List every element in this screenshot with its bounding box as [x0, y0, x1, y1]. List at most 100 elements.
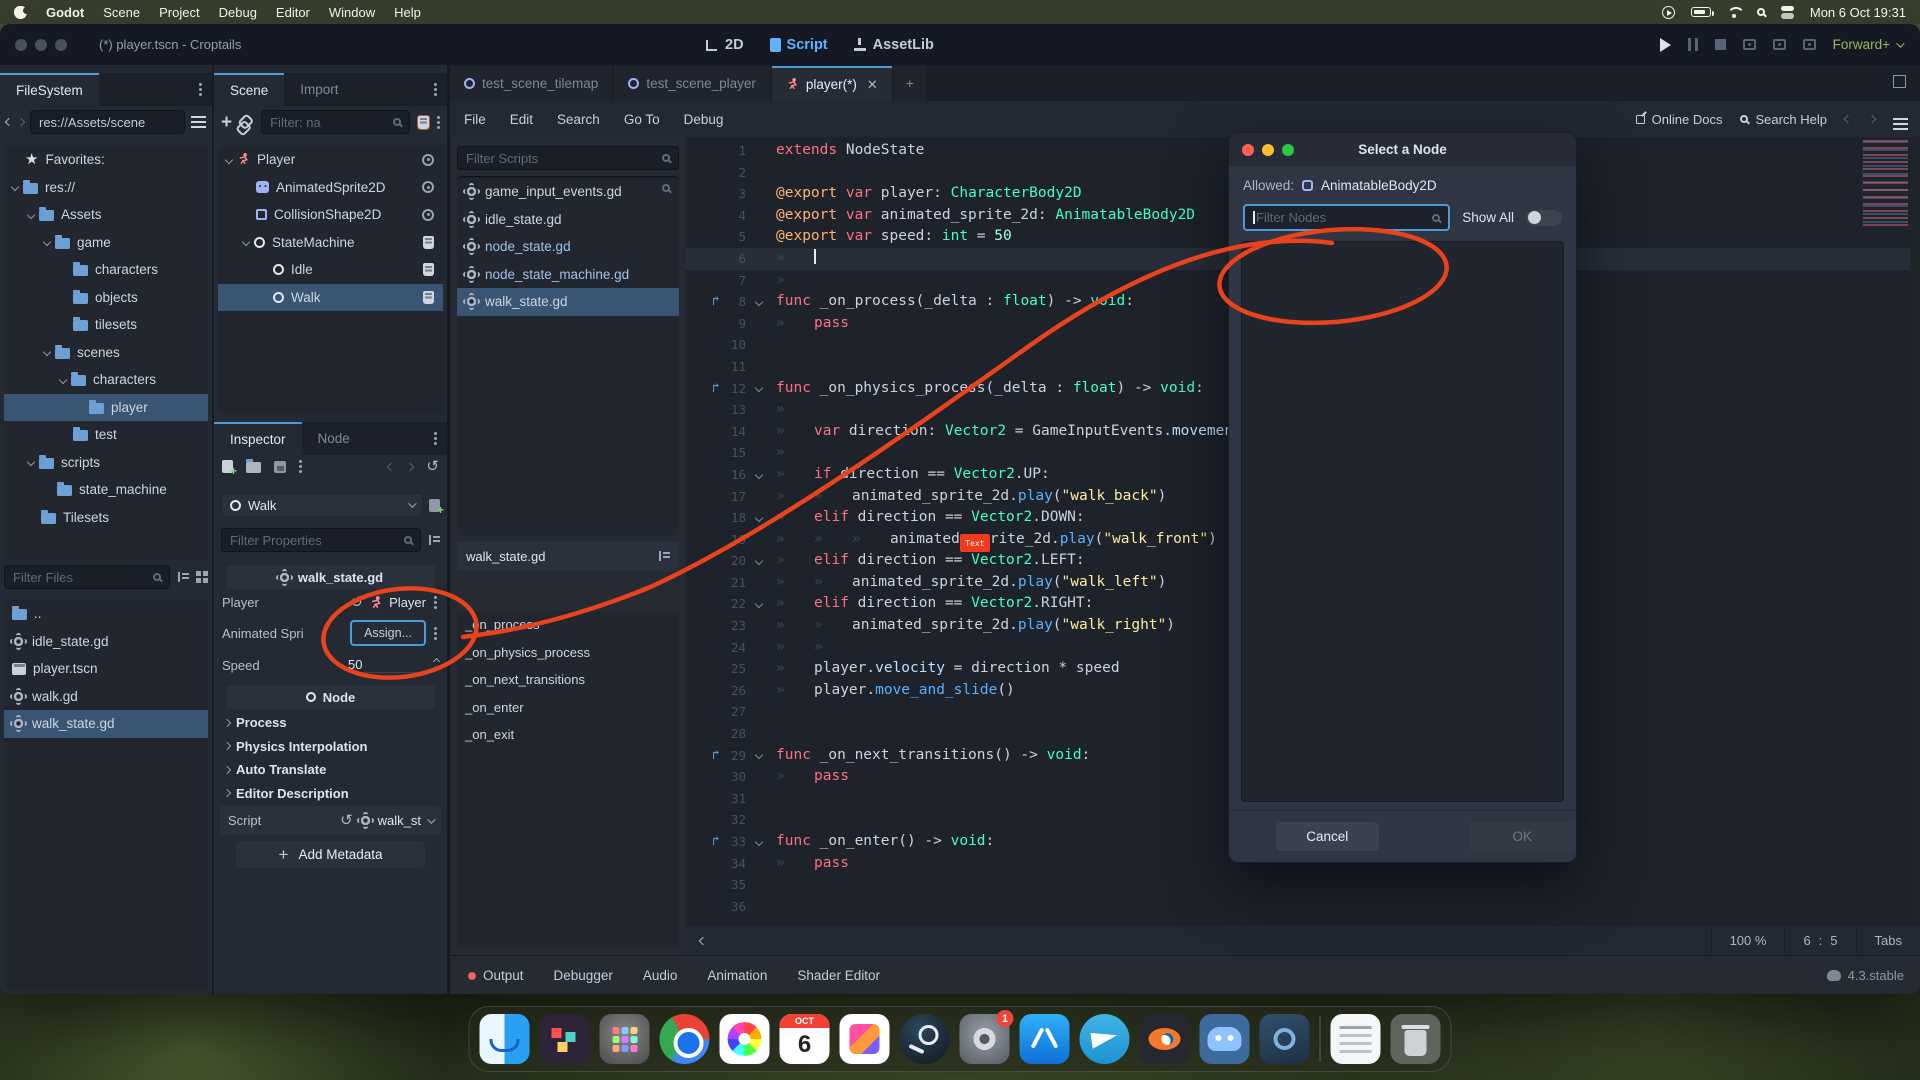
- editor-tab-test-scene-tilemap[interactable]: test_scene_tilemap: [450, 66, 612, 101]
- trash-icon[interactable]: [1391, 1014, 1441, 1064]
- fold-icon[interactable]: [755, 557, 763, 565]
- menubar-item-godot[interactable]: Godot: [46, 5, 84, 20]
- filesystem-tree-item-res-[interactable]: res://: [4, 174, 208, 202]
- attached-script-icon[interactable]: [423, 263, 434, 276]
- filesystem-display-mode-icon[interactable]: [191, 116, 206, 118]
- remote-debug-icon[interactable]: [1743, 39, 1756, 50]
- scene-menu-icon[interactable]: [437, 121, 440, 124]
- ok-button[interactable]: OK: [1469, 822, 1576, 851]
- online-docs-link[interactable]: Online Docs: [1636, 112, 1723, 127]
- filter-scripts-input[interactable]: Filter Scripts: [457, 146, 679, 170]
- attached-script-icon[interactable]: [423, 291, 434, 304]
- expand-icon[interactable]: [59, 376, 67, 384]
- launchpad-icon[interactable]: [600, 1014, 650, 1064]
- finder-icon[interactable]: [480, 1014, 530, 1064]
- filesystem-tree-item-tilesets[interactable]: Tilesets: [4, 504, 208, 532]
- search-help-link[interactable]: Search Help: [1740, 112, 1827, 127]
- scene-filter-input[interactable]: Filter: na: [261, 110, 410, 134]
- method-item-on_enter[interactable]: _on_enter: [457, 694, 679, 722]
- inspector-group-auto-translate[interactable]: Auto Translate: [214, 758, 447, 782]
- property-options-icon[interactable]: [434, 632, 437, 635]
- notes-icon[interactable]: [1331, 1014, 1381, 1064]
- save-resource-icon[interactable]: [274, 461, 286, 473]
- tab-scene[interactable]: Scene: [214, 73, 284, 106]
- editor-menu-go-to[interactable]: Go To: [624, 112, 660, 127]
- renderer-select[interactable]: Forward+: [1833, 37, 1902, 52]
- history-forward-icon[interactable]: [406, 462, 414, 470]
- mode-script[interactable]: Script: [770, 37, 828, 53]
- menubar-item-scene[interactable]: Scene: [103, 5, 140, 20]
- script-item-walk-state-gd[interactable]: walk_state.gd: [457, 288, 679, 316]
- expand-icon[interactable]: [27, 458, 35, 466]
- history-icon[interactable]: ↺: [426, 459, 439, 474]
- indent-mode[interactable]: Tabs: [1856, 926, 1920, 955]
- play-button[interactable]: [1660, 38, 1671, 52]
- code-line-36[interactable]: 36: [686, 896, 1920, 918]
- expand-icon[interactable]: [43, 238, 51, 246]
- visibility-icon[interactable]: [422, 154, 434, 166]
- expand-icon[interactable]: [242, 238, 250, 246]
- node-tree-area[interactable]: [1241, 241, 1564, 802]
- history-back-icon[interactable]: [387, 462, 395, 470]
- filesystem-path[interactable]: res://Assets/scene: [30, 110, 185, 134]
- pause-button[interactable]: [1688, 38, 1698, 51]
- inspector-menu-icon[interactable]: [434, 437, 437, 440]
- scene-dock-menu-icon[interactable]: [434, 88, 437, 91]
- script-list-toggle-icon[interactable]: [1893, 118, 1908, 120]
- visibility-icon[interactable]: [422, 181, 434, 193]
- instance-scene-icon[interactable]: [237, 113, 255, 131]
- tab-filesystem[interactable]: FileSystem: [0, 73, 99, 106]
- mode-2d[interactable]: 2D: [706, 37, 744, 53]
- nav-forward-icon[interactable]: [1868, 115, 1876, 123]
- editor-tab-test-scene-player[interactable]: test_scene_player: [614, 66, 770, 101]
- close-window-button[interactable]: [15, 39, 27, 51]
- grid-view-icon[interactable]: [196, 571, 208, 583]
- minimize-window-button[interactable]: [35, 39, 47, 51]
- property-tools-icon[interactable]: [428, 534, 440, 546]
- filter-files-input[interactable]: Filter Files: [4, 565, 170, 589]
- filesystem-tree-item-characters[interactable]: characters: [4, 256, 208, 284]
- inspector-group-process[interactable]: Process: [214, 711, 447, 735]
- tab-node[interactable]: Node: [302, 422, 366, 455]
- fold-icon[interactable]: [755, 470, 763, 478]
- fold-icon[interactable]: [755, 514, 763, 522]
- file-item-player-tscn[interactable]: player.tscn: [4, 655, 208, 683]
- nav-forward-icon[interactable]: [17, 118, 25, 126]
- fold-icon[interactable]: [755, 384, 763, 392]
- fold-icon[interactable]: [755, 838, 763, 846]
- tab-import[interactable]: Import: [284, 73, 354, 106]
- visibility-icon[interactable]: [422, 209, 434, 221]
- bottom-tab-debugger[interactable]: Debugger: [554, 968, 613, 983]
- new-resource-icon[interactable]: [222, 460, 233, 473]
- fold-icon[interactable]: [755, 298, 763, 306]
- distraction-free-icon[interactable]: [1893, 75, 1906, 88]
- attach-script-icon[interactable]: [418, 116, 429, 129]
- editor-menu-edit[interactable]: Edit: [510, 112, 533, 127]
- code-line-35[interactable]: 35: [686, 874, 1920, 896]
- menubar-item-project[interactable]: Project: [159, 5, 199, 20]
- appstore-icon[interactable]: [1020, 1014, 1070, 1064]
- speed-value-field[interactable]: 50: [348, 657, 428, 673]
- scene-node-idle[interactable]: Idle: [218, 256, 443, 284]
- editor-menu-file[interactable]: File: [464, 112, 486, 127]
- script-property-value[interactable]: walk_st: [378, 813, 421, 828]
- screen-record-icon[interactable]: [1662, 6, 1675, 19]
- bottom-tab-animation[interactable]: Animation: [707, 968, 767, 983]
- sort-files-icon[interactable]: [177, 571, 189, 583]
- menubar-item-help[interactable]: Help: [394, 5, 421, 20]
- editor-menu-search[interactable]: Search: [557, 112, 600, 127]
- close-icon[interactable]: ✕: [867, 77, 878, 93]
- node-selector[interactable]: Walk: [221, 493, 423, 517]
- open-docs-icon[interactable]: [429, 499, 440, 512]
- script-item-game-input-events-gd[interactable]: game_input_events.gd: [457, 178, 679, 206]
- movie-maker-icon[interactable]: [1773, 39, 1786, 50]
- settings-icon[interactable]: 1: [960, 1014, 1010, 1064]
- sort-methods-icon[interactable]: [658, 550, 670, 562]
- zoom-window-button[interactable]: [55, 39, 67, 51]
- load-resource-icon[interactable]: [246, 462, 261, 473]
- steam-icon[interactable]: [900, 1014, 950, 1064]
- menubar-clock[interactable]: Mon 6 Oct 19:31: [1810, 5, 1906, 20]
- filter-nodes-input[interactable]: Filter Nodes: [1243, 204, 1450, 231]
- new-tab-button[interactable]: +: [894, 66, 926, 101]
- spotlight-icon[interactable]: [1757, 8, 1765, 16]
